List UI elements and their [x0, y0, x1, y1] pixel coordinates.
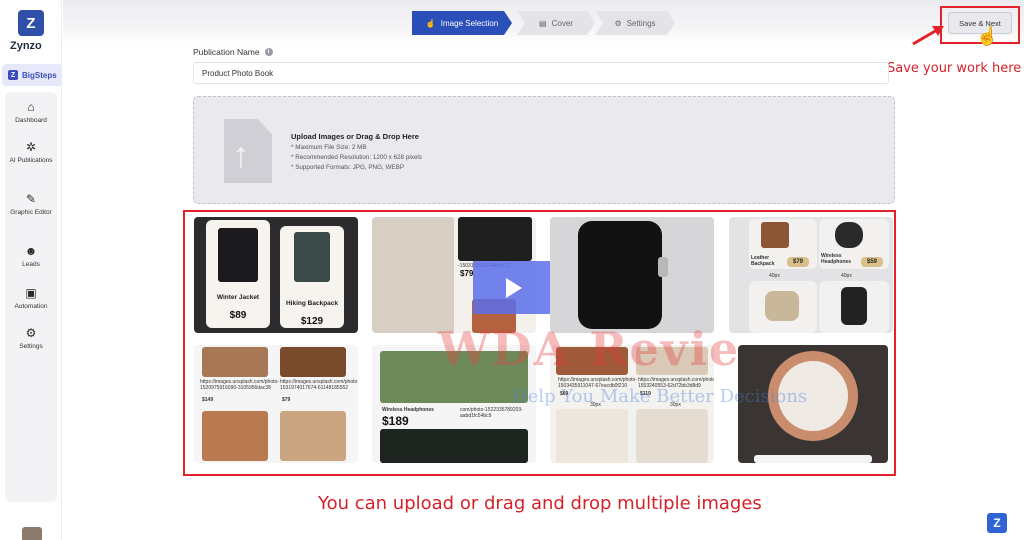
zynzo-corner-logo: Z: [987, 513, 1007, 533]
publication-name-label: Publication Name i: [193, 47, 273, 57]
image-url: https://images.unsplash.com/photo-153197…: [280, 379, 358, 391]
bag-photo: [202, 411, 268, 461]
smartwatch-photo: [380, 429, 528, 463]
ai-icon: ✲: [25, 140, 37, 154]
home-icon: ⌂: [27, 100, 35, 114]
smartwatch-image: [841, 287, 867, 325]
upload-file-icon: ↑: [224, 119, 272, 183]
brand-name: Zynzo: [10, 40, 42, 52]
product-card: Wireless Headphones $59: [819, 219, 889, 269]
step-image-selection[interactable]: ☝ Image Selection: [412, 11, 512, 35]
sidebar: Z Zynzo Z BigSteps ⌂ Dashboard ✲ AI Publ…: [0, 0, 62, 540]
product-name: Wireless Headphones: [382, 407, 434, 413]
sidebar-item-automation[interactable]: ▣ Automation: [5, 286, 57, 311]
hand-cursor-icon: ☝: [976, 26, 999, 46]
product-photo: [202, 347, 268, 377]
price-badge: $59: [861, 257, 883, 267]
sidebar-item-dashboard[interactable]: ⌂ Dashboard: [5, 100, 57, 125]
image-tile[interactable]: Leather Backpack $79 Wireless Headphones…: [729, 217, 893, 333]
step-settings[interactable]: ⚙ Settings: [595, 11, 675, 35]
team-name: BigSteps: [22, 70, 57, 80]
product-name: Hiking Backpack: [285, 300, 339, 307]
image-tile[interactable]: Winter Jacket $89 Hiking Backpack $129: [194, 217, 358, 333]
image-url: https://images.unsplash.com/photo-152097…: [200, 379, 279, 391]
headphones-image: [835, 222, 863, 248]
publication-name-input[interactable]: [193, 62, 889, 84]
product-name: Winter Jacket: [216, 294, 260, 301]
size-label: 40px: [769, 273, 780, 279]
bag-photo: [280, 411, 346, 461]
product-price: $129: [300, 316, 324, 327]
user-avatar[interactable]: [22, 527, 42, 540]
upload-dropzone[interactable]: ↑ Upload Images or Drag & Drop Here * Ma…: [193, 96, 895, 204]
product-price: $89: [229, 310, 247, 321]
sidebar-nav: ⌂ Dashboard ✲ AI Publications ✎ Graphic …: [5, 92, 57, 502]
dropzone-formats: * Supported Formats: JPG, PNG, WEBP: [291, 164, 405, 171]
app-root: Z Zynzo Z BigSteps ⌂ Dashboard ✲ AI Publ…: [0, 0, 1024, 540]
mug-image: [765, 291, 799, 321]
product-name: Wireless Headphones: [821, 253, 852, 265]
gear-icon: ⚙: [25, 326, 37, 340]
info-icon[interactable]: i: [264, 48, 273, 56]
upload-annotation: You can upload or drag and drop multiple…: [318, 493, 762, 514]
model-photo: [458, 217, 532, 261]
model-photo: [372, 217, 454, 333]
team-switcher[interactable]: Z BigSteps: [2, 64, 62, 86]
sidebar-item-leads[interactable]: ☻ Leads: [5, 244, 57, 269]
caption-bar: [754, 455, 872, 463]
product-price: $189: [382, 414, 409, 428]
jacket-image: [218, 228, 258, 282]
sidebar-item-graphic-editor[interactable]: ✎ Graphic Editor: [5, 192, 57, 217]
product-card: Winter Jacket $89: [206, 220, 270, 328]
dropzone-max-size: * Maximum File Size: 2 MB: [291, 144, 367, 151]
watermark-tagline: Help You Make Better Decisions: [512, 386, 808, 407]
cover-icon: ▤: [539, 18, 547, 28]
product-price: $79: [460, 269, 474, 278]
automation-icon: ▣: [25, 286, 37, 300]
size-label: 40px: [841, 273, 852, 279]
product-name: Leather Backpack: [751, 255, 775, 267]
save-annotation: Save your work here: [887, 61, 1022, 76]
bottle-photo: [556, 409, 628, 463]
product-card: Leather Backpack $79: [749, 219, 817, 269]
watch-crown: [658, 257, 668, 277]
pointer-icon: ☝: [425, 18, 436, 28]
leather-bag-image: [761, 222, 789, 248]
dropzone-title: Upload Images or Drag & Drop Here: [291, 132, 419, 141]
product-card: [819, 281, 889, 333]
users-icon: ☻: [24, 244, 38, 258]
watermark-text: WDA Revie: [438, 322, 741, 376]
price-badge: $79: [787, 257, 809, 267]
product-card: [749, 281, 817, 333]
edit-icon: ✎: [25, 192, 37, 206]
sidebar-item-ai-publications[interactable]: ✲ AI Publications: [5, 140, 57, 165]
image-tile[interactable]: [550, 217, 714, 333]
annotation-arrow-icon: [912, 26, 944, 46]
sidebar-item-settings[interactable]: ⚙ Settings: [5, 326, 57, 351]
image-tile[interactable]: https://images.unsplash.com/photo-152097…: [194, 345, 358, 463]
product-price: $79: [282, 397, 291, 403]
gear-icon: ⚙: [614, 18, 622, 28]
product-price: $149: [202, 397, 214, 403]
product-photo: [280, 347, 346, 377]
team-icon: Z: [8, 70, 18, 80]
bag-photo: [636, 409, 708, 463]
watch-image: [578, 221, 662, 329]
video-play-button[interactable]: [473, 261, 552, 314]
step-cover[interactable]: ▤ Cover: [517, 11, 595, 35]
image-url: com/photo-1522335789203-aabd1fc54bc9: [460, 407, 523, 419]
play-icon: [506, 278, 522, 298]
zynzo-logo[interactable]: Z: [18, 10, 44, 36]
dropzone-resolution: * Recommended Resolution: 1200 x 628 pix…: [291, 154, 422, 161]
backpack-image: [294, 232, 330, 282]
product-card: Hiking Backpack $129: [280, 226, 344, 328]
